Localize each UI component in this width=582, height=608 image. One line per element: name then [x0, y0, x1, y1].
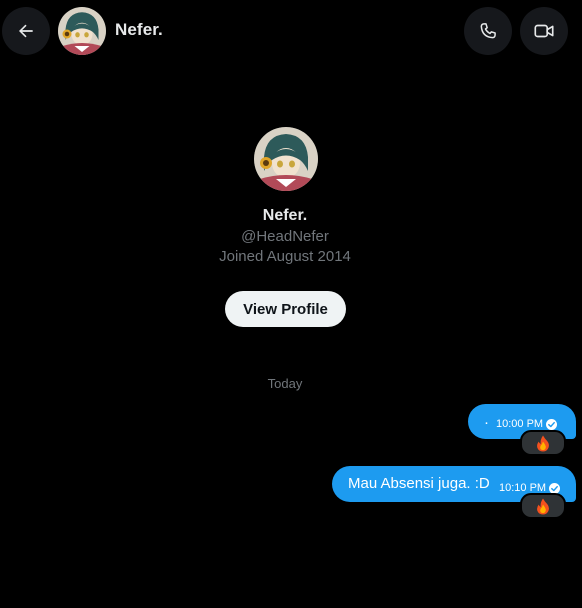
- checkmark-circle-icon: [549, 482, 561, 494]
- message-reaction[interactable]: [520, 493, 566, 519]
- phone-icon: [480, 23, 496, 39]
- conversation-header: Nefer.: [0, 0, 582, 62]
- fire-emoji-icon: [537, 497, 549, 515]
- header-contact-name[interactable]: Nefer.: [115, 20, 163, 40]
- message-reaction[interactable]: [520, 430, 566, 456]
- fire-emoji-icon: [537, 434, 549, 452]
- profile-joined-date: Joined August 2014: [219, 248, 351, 265]
- profile-handle: @HeadNefer: [241, 228, 329, 245]
- message-text: Mau Absensi juga. :D: [348, 475, 490, 492]
- message-meta: 10:00 PM: [496, 418, 558, 430]
- checkmark-circle-icon: [546, 418, 558, 430]
- arrow-left-icon: [19, 24, 33, 38]
- dm-conversation-page: Nefer. Nefer. @HeadNefer Joined August 2…: [0, 0, 582, 608]
- message-text: ·: [484, 414, 489, 431]
- header-avatar[interactable]: [58, 7, 106, 55]
- message-time: 10:00 PM: [496, 418, 544, 430]
- view-profile-button[interactable]: View Profile: [225, 291, 346, 327]
- profile-display-name: Nefer.: [262, 207, 308, 224]
- avatar-image: [254, 127, 318, 191]
- video-call-button[interactable]: [520, 7, 568, 55]
- voice-call-button[interactable]: [464, 7, 512, 55]
- day-divider: Today: [267, 376, 303, 391]
- video-camera-icon: [534, 24, 554, 38]
- avatar-image: [58, 7, 106, 55]
- back-button[interactable]: [2, 7, 50, 55]
- profile-avatar[interactable]: [254, 127, 318, 191]
